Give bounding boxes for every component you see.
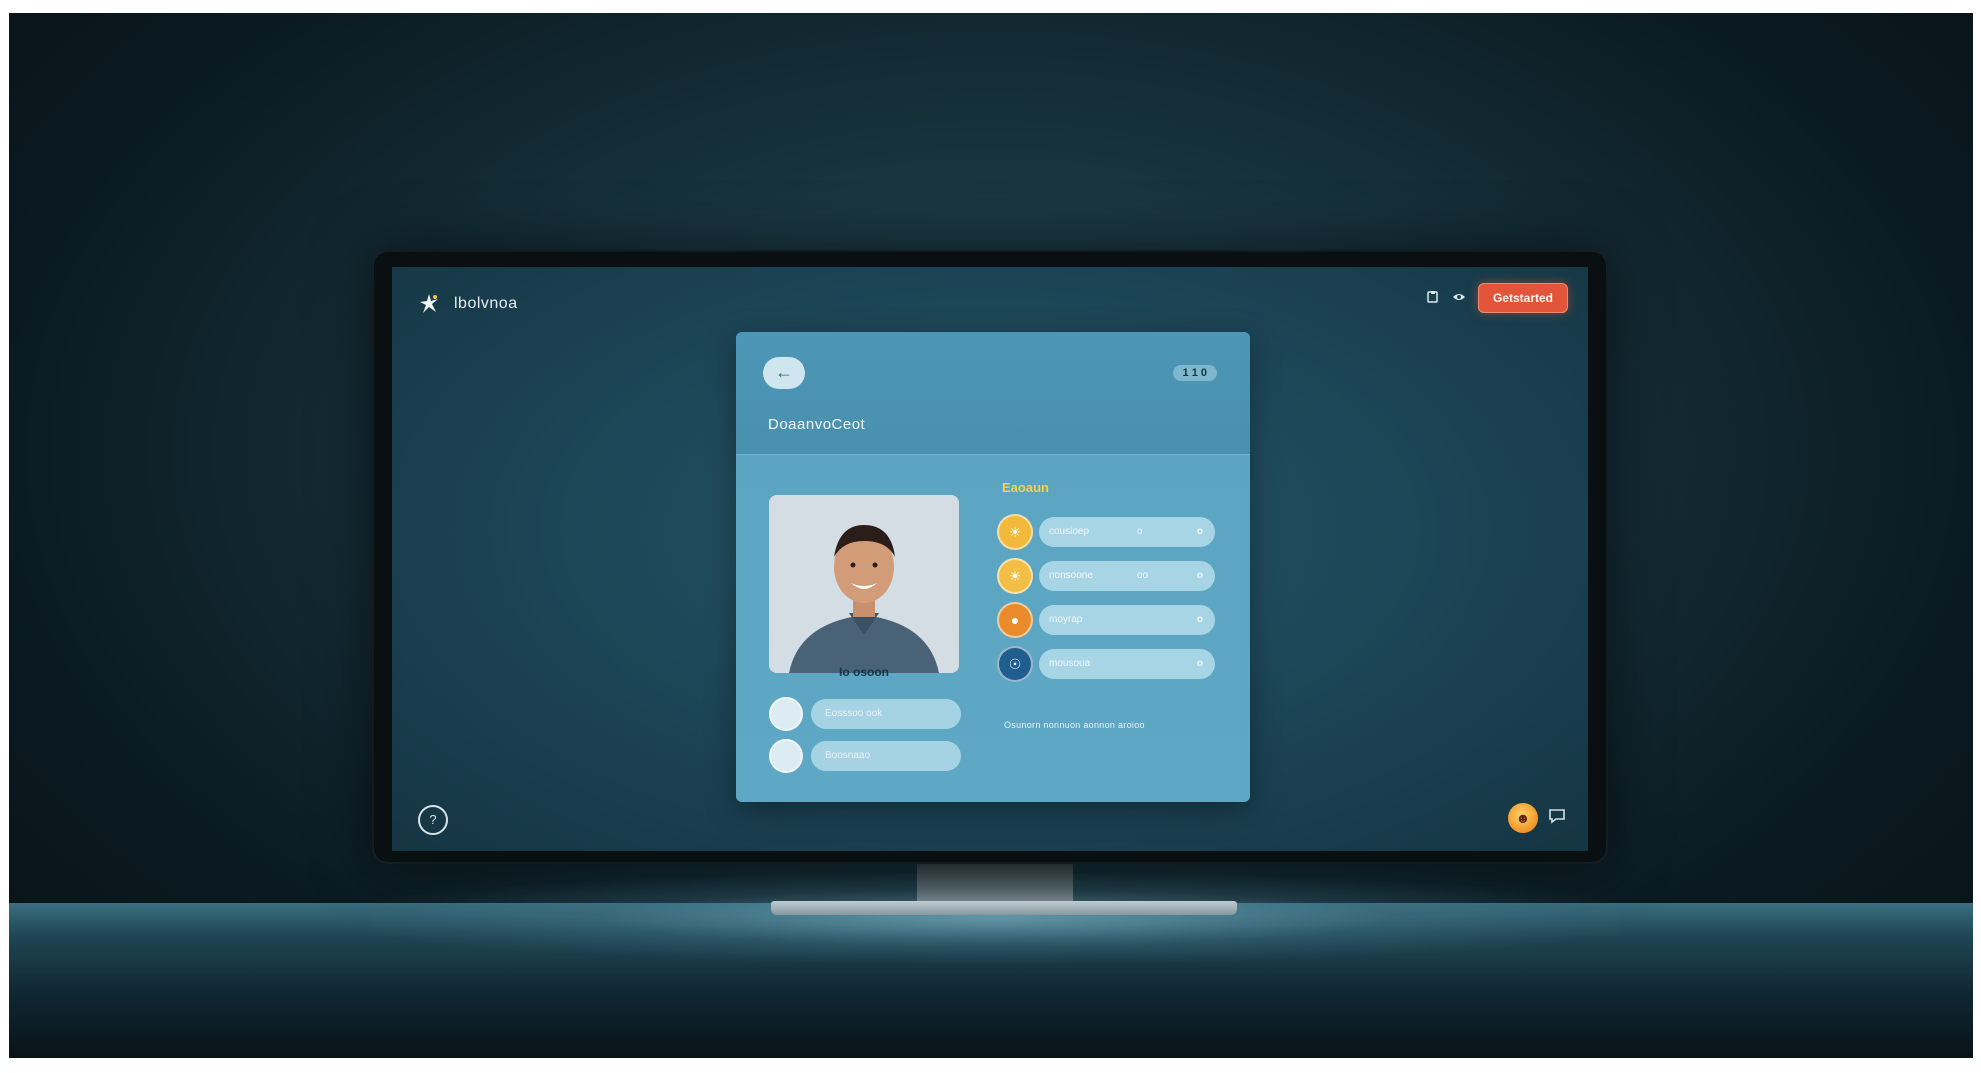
- section-label: Eaoaun: [1002, 480, 1049, 495]
- backdrop: lbolvnoa Getstarted ← 1 1 0 DoaanvoCeot: [9, 13, 1973, 1058]
- user-avatar-icon[interactable]: ☻: [1508, 803, 1538, 833]
- option-row[interactable]: ☀ cousioep o o: [997, 514, 1215, 550]
- spark-star-icon: [418, 293, 440, 315]
- option-label: nonsoone: [1049, 570, 1093, 581]
- header-pill[interactable]: 1 1 0: [1172, 365, 1217, 381]
- back-button[interactable]: ←: [763, 357, 805, 389]
- left-item-icon: [769, 697, 803, 731]
- option-row[interactable]: ☀ nonsoone oo o: [997, 558, 1215, 594]
- help-circle-icon[interactable]: ?: [418, 805, 448, 835]
- brand-name: lbolvnoa: [454, 295, 518, 312]
- chat-icon[interactable]: [1548, 808, 1566, 829]
- back-arrow-icon: ←: [775, 362, 793, 382]
- monitor-stand-neck: [917, 862, 1073, 902]
- sun-icon: ☀: [997, 514, 1033, 550]
- option-pill: moyrap o: [1039, 605, 1215, 635]
- bottom-right-tools: ☻: [1508, 803, 1566, 833]
- option-pill: mousoua o: [1039, 649, 1215, 679]
- option-end: o: [1196, 658, 1203, 669]
- footnote-link[interactable]: Osunorn nonnuon aonnon aroioo: [1004, 720, 1224, 730]
- option-end: o: [1196, 526, 1203, 537]
- option-row[interactable]: ● moyrap o: [997, 602, 1215, 638]
- left-item[interactable]: Boosnaao: [769, 739, 961, 773]
- left-item-label: Boosnaao: [811, 741, 961, 771]
- option-label: mousoua: [1049, 658, 1091, 669]
- option-mid: oo: [1137, 570, 1149, 581]
- left-item-icon: [769, 739, 803, 773]
- profile-card: ← 1 1 0 DoaanvoCeot Io osoon Eosssoo ook…: [736, 332, 1250, 802]
- top-right-toolbar: Getstarted: [1426, 283, 1568, 313]
- fire-icon: ●: [997, 602, 1033, 638]
- photo-caption: Io osoon: [839, 665, 889, 679]
- brand[interactable]: lbolvnoa: [418, 293, 518, 315]
- sun-icon: ☀: [997, 558, 1033, 594]
- get-started-button[interactable]: Getstarted: [1477, 283, 1568, 313]
- monitor-screen: lbolvnoa Getstarted ← 1 1 0 DoaanvoCeot: [392, 267, 1588, 851]
- option-mid: o: [1137, 526, 1143, 537]
- monitor-stand-base: [771, 901, 1237, 915]
- left-item-label: Eosssoo ook: [811, 699, 961, 729]
- option-end: o: [1196, 570, 1203, 581]
- globe-icon: ☉: [997, 646, 1033, 682]
- profile-photo: [769, 495, 959, 673]
- option-label: cousioep: [1049, 526, 1090, 537]
- card-header: ← 1 1 0 DoaanvoCeot: [736, 332, 1250, 455]
- left-item[interactable]: Eosssoo ook: [769, 697, 961, 731]
- option-label: moyrap: [1049, 614, 1083, 625]
- option-row[interactable]: ☉ mousoua o: [997, 646, 1215, 682]
- paste-icon[interactable]: [1426, 290, 1440, 307]
- eye-icon[interactable]: [1452, 290, 1466, 307]
- option-pill: nonsoone oo o: [1039, 561, 1215, 591]
- card-title: DoaanvoCeot: [768, 416, 866, 433]
- option-end: o: [1196, 614, 1203, 625]
- option-pill: cousioep o o: [1039, 517, 1215, 547]
